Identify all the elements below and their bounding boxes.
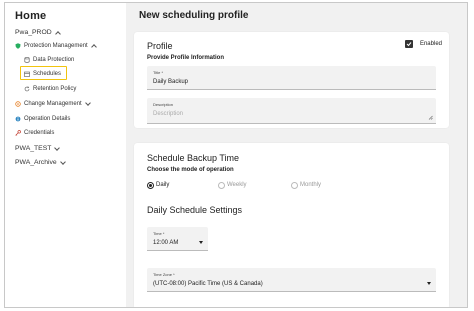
timezone-select-label: Time Zone * <box>153 272 175 277</box>
monthly-radio[interactable] <box>291 182 298 189</box>
sidebar-item-pwa-prod[interactable]: Pwa_PROD <box>15 29 61 37</box>
chevron-up-icon <box>90 44 97 50</box>
profile-title: Profile <box>147 41 173 51</box>
enabled-label: Enabled <box>419 41 442 47</box>
key-icon <box>15 130 21 136</box>
daily-radio-label: Daily <box>156 182 170 188</box>
refresh-icon <box>24 86 30 92</box>
sidebar-item-label: Data Protection <box>33 57 75 63</box>
sidebar-item-retention-policy[interactable]: Retention Policy <box>24 86 76 92</box>
calendar-icon <box>24 71 30 77</box>
sidebar-item-label: PWA_TEST <box>15 145 52 152</box>
chevron-up-icon <box>54 30 61 37</box>
sidebar-item-label: Retention Policy <box>33 86 77 92</box>
app-window: Home Pwa_PROD Protection Management Data… <box>4 2 468 308</box>
sidebar-item-protection-management[interactable]: Protection Management <box>15 43 97 50</box>
title-field-value: Daily Backup <box>153 79 189 85</box>
database-icon <box>24 57 30 63</box>
time-select-label: Time * <box>153 231 165 236</box>
weekly-radio-label: Weekly <box>227 182 247 188</box>
sidebar-item-data-protection[interactable]: Data Protection <box>24 57 74 63</box>
enabled-checkbox[interactable] <box>405 40 413 48</box>
schedule-title: Schedule Backup Time <box>147 153 240 163</box>
sidebar-item-operation-details[interactable]: Operation Details <box>15 116 70 122</box>
weekly-radio[interactable] <box>218 182 225 189</box>
title-field-label: Title * <box>153 70 164 75</box>
page-title: New scheduling profile <box>139 10 249 21</box>
description-field[interactable]: Description Description <box>147 98 436 124</box>
sidebar-item-label: Pwa_PROD <box>15 29 52 36</box>
operation-details-icon <box>15 116 21 122</box>
daily-schedule-title: Daily Schedule Settings <box>147 205 243 215</box>
change-management-icon <box>15 101 21 107</box>
chevron-down-icon <box>59 158 66 165</box>
schedule-card: Schedule Backup Time Choose the mode of … <box>134 143 449 307</box>
daily-radio[interactable] <box>147 182 154 189</box>
resize-handle-icon[interactable] <box>428 115 433 120</box>
profile-card: Profile Enabled Provide Profile Informat… <box>134 32 449 128</box>
monthly-radio-label: Monthly <box>300 182 322 188</box>
sidebar-item-label: Credentials <box>24 130 55 136</box>
description-field-placeholder: Description <box>153 111 184 117</box>
shield-icon <box>15 43 21 49</box>
sidebar-item-label: Schedules <box>33 71 62 77</box>
sidebar-item-label: PWA_Archive <box>15 159 57 166</box>
sidebar-item-label: Operation Details <box>24 116 71 122</box>
sidebar-item-pwa-test[interactable]: PWA_TEST <box>15 144 61 152</box>
dropdown-arrow-icon <box>427 282 431 285</box>
sidebar-item-label: Protection Management <box>24 43 88 49</box>
dropdown-arrow-icon <box>199 241 203 244</box>
check-icon <box>406 42 412 47</box>
timezone-select-value: (UTC-08:00) Pacific Time (US & Canada) <box>153 281 263 287</box>
chevron-down-icon <box>54 144 61 151</box>
time-select-value: 12:00 AM <box>153 240 179 246</box>
chevron-down-icon <box>84 100 91 106</box>
profile-subtitle: Provide Profile Information <box>147 55 225 61</box>
sidebar-item-credentials[interactable]: Credentials <box>15 130 54 136</box>
home-title: Home <box>15 10 47 22</box>
sidebar-item-change-management[interactable]: Change Management <box>15 100 91 107</box>
timezone-select[interactable]: Time Zone * (UTC-08:00) Pacific Time (US… <box>147 268 436 292</box>
sidebar-item-label: Change Management <box>24 101 82 107</box>
description-field-label: Description <box>153 102 174 107</box>
sidebar-item-schedules[interactable]: Schedules <box>24 71 61 77</box>
time-select[interactable]: Time * 12:00 AM <box>147 227 208 251</box>
title-field[interactable]: Title * Daily Backup <box>147 66 436 90</box>
main-content: New scheduling profile Profile Enabled P… <box>126 3 467 307</box>
schedule-subtitle: Choose the mode of operation <box>147 167 234 173</box>
sidebar-item-pwa-archive[interactable]: PWA_Archive <box>15 158 66 166</box>
sidebar: Home Pwa_PROD Protection Management Data… <box>5 3 126 307</box>
